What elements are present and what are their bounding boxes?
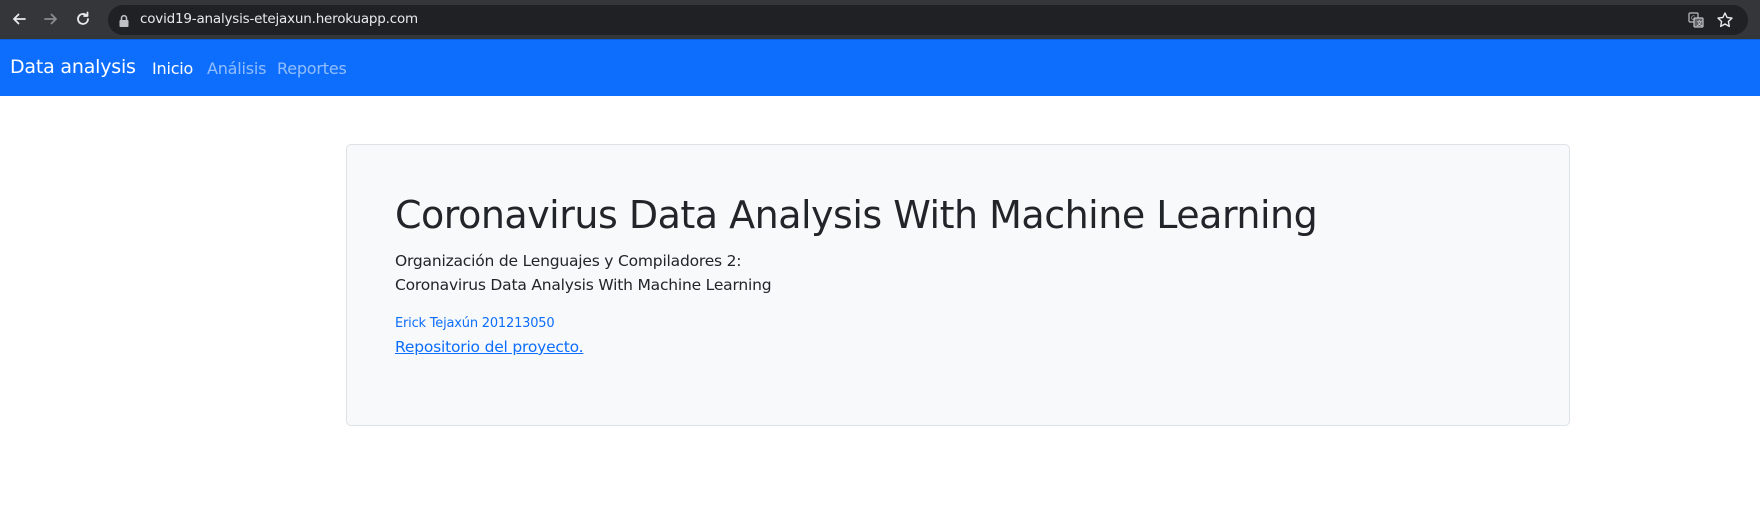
subtitle-line-2: Coronavirus Data Analysis With Machine L… (395, 276, 772, 294)
translate-icon[interactable]: G文 (1688, 12, 1704, 32)
forward-arrow-icon[interactable] (40, 8, 62, 30)
svg-text:文: 文 (1697, 20, 1703, 28)
jumbotron-card: Coronavirus Data Analysis With Machine L… (346, 144, 1570, 426)
url-text[interactable]: covid19-analysis-etejaxun.herokuapp.com (140, 11, 418, 27)
app-navbar: Data analysis Inicio Análisis Reportes (0, 39, 1760, 96)
star-icon[interactable] (1716, 11, 1734, 33)
reload-icon[interactable] (72, 8, 94, 30)
back-arrow-icon[interactable] (8, 8, 30, 30)
navbar-brand[interactable]: Data analysis (10, 56, 136, 78)
svg-text:G: G (1691, 15, 1696, 22)
browser-toolbar: covid19-analysis-etejaxun.herokuapp.com … (0, 0, 1760, 39)
repository-link[interactable]: Repositorio del proyecto. (395, 338, 584, 356)
page-title: Coronavirus Data Analysis With Machine L… (395, 193, 1318, 237)
nav-link-inicio[interactable]: Inicio (152, 59, 193, 78)
nav-link-reportes[interactable]: Reportes (277, 59, 347, 78)
subtitle-line-1: Organización de Lenguajes y Compiladores… (395, 252, 742, 270)
author-text: Erick Tejaxún 201213050 (395, 316, 555, 331)
lock-icon (118, 13, 130, 32)
address-bar[interactable]: covid19-analysis-etejaxun.herokuapp.com … (108, 5, 1748, 35)
nav-link-analisis[interactable]: Análisis (207, 59, 267, 78)
